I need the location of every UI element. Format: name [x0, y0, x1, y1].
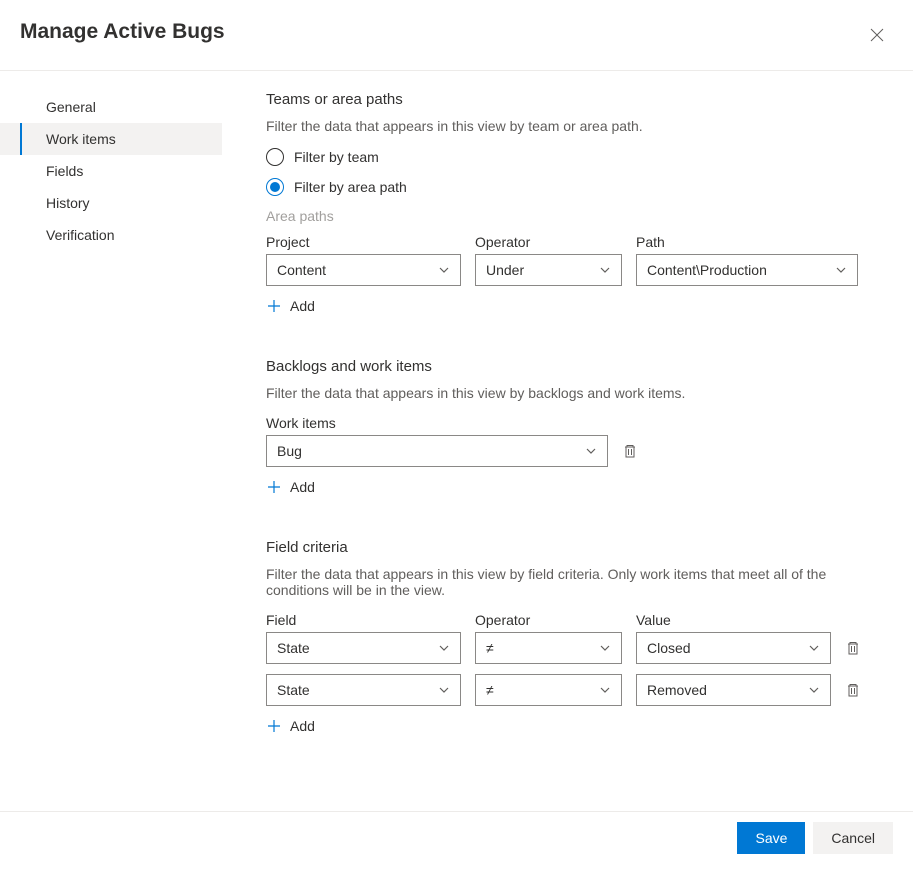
section-title: Backlogs and work items — [266, 358, 893, 375]
criteria-operator-select[interactable]: ≠ — [475, 674, 622, 706]
save-button[interactable]: Save — [737, 822, 805, 854]
select-value: ≠ — [486, 640, 494, 656]
delete-work-item-button[interactable] — [622, 443, 638, 459]
add-area-path-button[interactable]: Add — [266, 298, 893, 314]
radio-filter-by-area-path[interactable]: Filter by area path — [266, 178, 893, 196]
add-work-item-button[interactable]: Add — [266, 479, 893, 495]
section-teams-area-paths: Teams or area paths Filter the data that… — [266, 91, 893, 314]
select-value: Removed — [647, 682, 707, 698]
delete-criteria-button[interactable] — [845, 682, 861, 698]
criteria-row: State ≠ Removed — [266, 674, 893, 706]
column-label-project: Project — [266, 234, 461, 250]
add-label: Add — [290, 298, 315, 314]
column-label-operator: Operator — [475, 612, 622, 628]
cancel-button[interactable]: Cancel — [813, 822, 893, 854]
radio-icon — [266, 148, 284, 166]
sidebar: General Work items Fields History Verifi… — [0, 71, 222, 811]
radio-label: Filter by area path — [294, 179, 407, 195]
dialog-footer: Save Cancel — [0, 811, 913, 874]
sidebar-item-work-items[interactable]: Work items — [0, 123, 222, 155]
sidebar-item-verification[interactable]: Verification — [0, 219, 222, 251]
criteria-value-select[interactable]: Removed — [636, 674, 831, 706]
column-label-operator: Operator — [475, 234, 622, 250]
plus-icon — [266, 298, 282, 314]
area-path-row: Content Under Content\Production — [266, 254, 893, 286]
section-title: Field criteria — [266, 539, 893, 556]
select-value: ≠ — [486, 682, 494, 698]
close-icon — [869, 27, 885, 46]
chevron-down-icon — [808, 684, 820, 696]
select-value: Bug — [277, 443, 302, 459]
criteria-operator-select[interactable]: ≠ — [475, 632, 622, 664]
sidebar-item-general[interactable]: General — [0, 91, 222, 123]
radio-label: Filter by team — [294, 149, 379, 165]
sidebar-item-label: Work items — [46, 131, 116, 147]
path-select[interactable]: Content\Production — [636, 254, 858, 286]
chevron-down-icon — [808, 642, 820, 654]
criteria-row: State ≠ Closed — [266, 632, 893, 664]
chevron-down-icon — [438, 684, 450, 696]
chevron-down-icon — [599, 264, 611, 276]
sidebar-item-history[interactable]: History — [0, 187, 222, 219]
chevron-down-icon — [599, 684, 611, 696]
criteria-field-select[interactable]: State — [266, 632, 461, 664]
close-button[interactable] — [861, 20, 893, 52]
section-description: Filter the data that appears in this vie… — [266, 118, 893, 134]
section-backlogs-work-items: Backlogs and work items Filter the data … — [266, 358, 893, 495]
section-field-criteria: Field criteria Filter the data that appe… — [266, 539, 893, 734]
sidebar-item-label: History — [46, 195, 90, 211]
column-label-field: Field — [266, 612, 461, 628]
chevron-down-icon — [438, 642, 450, 654]
chevron-down-icon — [438, 264, 450, 276]
add-label: Add — [290, 479, 315, 495]
radio-icon — [266, 178, 284, 196]
work-item-row: Bug — [266, 435, 893, 467]
criteria-value-select[interactable]: Closed — [636, 632, 831, 664]
select-value: Content — [277, 262, 326, 278]
add-criteria-button[interactable]: Add — [266, 718, 893, 734]
column-label-work-items: Work items — [266, 415, 608, 431]
sidebar-item-fields[interactable]: Fields — [0, 155, 222, 187]
delete-criteria-button[interactable] — [845, 640, 861, 656]
add-label: Add — [290, 718, 315, 734]
sidebar-item-label: Fields — [46, 163, 83, 179]
area-paths-sublabel: Area paths — [266, 208, 893, 224]
plus-icon — [266, 479, 282, 495]
sidebar-item-label: General — [46, 99, 96, 115]
project-select[interactable]: Content — [266, 254, 461, 286]
radio-filter-by-team[interactable]: Filter by team — [266, 148, 893, 166]
select-value: Content\Production — [647, 262, 767, 278]
column-label-value: Value — [636, 612, 831, 628]
select-value: State — [277, 682, 310, 698]
chevron-down-icon — [835, 264, 847, 276]
dialog-title: Manage Active Bugs — [20, 20, 225, 44]
section-description: Filter the data that appears in this vie… — [266, 385, 893, 401]
plus-icon — [266, 718, 282, 734]
select-value: Closed — [647, 640, 691, 656]
column-label-path: Path — [636, 234, 858, 250]
select-value: Under — [486, 262, 524, 278]
operator-select[interactable]: Under — [475, 254, 622, 286]
work-item-select[interactable]: Bug — [266, 435, 608, 467]
chevron-down-icon — [585, 445, 597, 457]
criteria-field-select[interactable]: State — [266, 674, 461, 706]
section-title: Teams or area paths — [266, 91, 893, 108]
sidebar-item-label: Verification — [46, 227, 114, 243]
select-value: State — [277, 640, 310, 656]
chevron-down-icon — [599, 642, 611, 654]
main-content: Teams or area paths Filter the data that… — [222, 71, 913, 811]
section-description: Filter the data that appears in this vie… — [266, 566, 893, 598]
